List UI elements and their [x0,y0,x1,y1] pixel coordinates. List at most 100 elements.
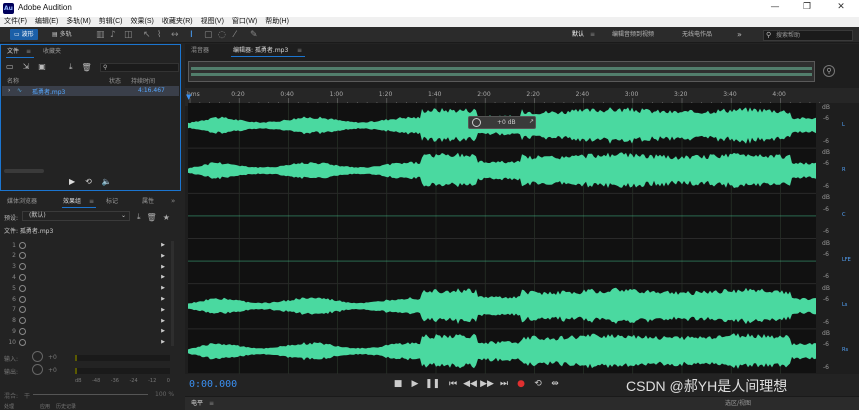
slot-menu-arrow-icon[interactable]: ▶ [161,296,165,302]
play-icon[interactable]: ▶ [69,177,75,186]
panel-menu-icon[interactable]: ≡ [26,47,31,57]
menu-favorites[interactable]: 收藏夹(R) [158,17,197,27]
move-tool-icon[interactable]: ↖ [143,30,151,40]
tab-editor[interactable]: 编辑器: 孤勇者.mp3 [233,46,288,56]
effect-slot[interactable]: 10 ▶ [4,337,179,347]
panel-menu-icon[interactable]: ≡ [209,399,214,409]
tab-mixer[interactable]: 混音器 [191,46,209,56]
slot-menu-arrow-icon[interactable]: ▶ [161,307,165,313]
waveform-mode-button[interactable]: ▭ 波形 [10,29,38,40]
mix-slider[interactable] [33,394,148,395]
pin-icon[interactable]: ↗ [529,118,534,125]
menu-view[interactable]: 视图(V) [197,17,228,27]
tab-properties[interactable]: 属性 [142,197,154,207]
power-icon[interactable] [19,338,26,346]
tab-effects-rack[interactable]: 效果组 [63,197,81,207]
insert-into-multitrack-icon[interactable]: ⤓ [69,62,73,72]
move-to-start-button[interactable]: ⏮ [446,378,460,390]
waveform-area[interactable] [188,103,816,374]
menu-effects[interactable]: 效果(S) [127,17,158,27]
panel-menu-icon[interactable]: ≡ [297,46,302,56]
overview-navigator[interactable] [188,61,815,82]
channel-label[interactable]: LFE [842,257,851,263]
workspace-menu-icon[interactable]: ≡ [590,30,595,40]
playhead-marker-icon[interactable]: ▼ [186,93,191,101]
delete-file-icon[interactable]: 🗑 [82,63,92,72]
record-button[interactable]: ● [514,378,528,390]
time-selection-tool-icon[interactable]: I [190,30,193,40]
lasso-tool-icon[interactable]: ◌ [218,30,226,40]
power-icon[interactable] [19,263,26,271]
slip-tool-icon[interactable]: ↔ [171,30,179,40]
slot-menu-arrow-icon[interactable]: ▶ [161,339,165,345]
volume-hud[interactable]: +0 dB ↗ [468,116,536,129]
power-icon[interactable] [19,252,26,260]
apply-mode-select[interactable]: 处理 [4,403,14,410]
column-status[interactable]: 状态 [109,76,121,85]
skip-selection-button[interactable]: ⇹ [548,378,562,390]
effect-slot[interactable]: 4 ▶ [4,272,179,282]
channel-label[interactable]: R [842,167,845,173]
channel-label[interactable]: L [842,122,845,128]
maximize-button[interactable]: ❐ [792,2,822,12]
spectral-icon[interactable]: ▥ [96,30,105,40]
menu-multitrack[interactable]: 多轨(M) [62,17,95,27]
power-icon[interactable] [19,327,26,335]
slot-menu-arrow-icon[interactable]: ▶ [161,253,165,259]
workspace-video[interactable]: 编辑音频到视频 [612,30,654,40]
column-duration[interactable]: 持续时间 [131,76,155,85]
autoplay-icon[interactable]: 🔈 [102,177,112,186]
tab-media-browser[interactable]: 媒体浏览器 [7,197,37,207]
menu-edit[interactable]: 编辑(E) [31,17,62,27]
tab-files[interactable]: 文件 [7,47,19,57]
power-icon[interactable] [19,273,26,281]
favorite-star-icon[interactable]: ★ [163,213,170,222]
tab-levels[interactable]: 电平 [191,399,203,409]
rewind-button[interactable]: ◀◀ [463,378,477,390]
tab-history[interactable]: 历史记录 [56,403,76,410]
move-to-end-button[interactable]: ⏭ [497,378,511,390]
show-display-icon[interactable]: ◫ [124,30,133,40]
slot-menu-arrow-icon[interactable]: ▶ [161,318,165,324]
power-icon[interactable] [19,284,26,292]
workspace-default[interactable]: 默认 [572,30,584,40]
tab-favorites[interactable]: 收藏夹 [43,47,61,57]
power-icon[interactable] [19,295,26,303]
save-preset-icon[interactable]: ⤓ [137,212,141,222]
import-file-icon[interactable]: ⇲ [23,62,30,71]
preset-select[interactable]: (默认) ⌄ [22,211,130,221]
pitch-icon[interactable]: ♪ [110,30,116,40]
effect-slot[interactable]: 6 ▶ [4,294,179,304]
minimize-button[interactable]: — [760,2,790,12]
menu-help[interactable]: 帮助(H) [261,17,293,27]
slot-menu-arrow-icon[interactable]: ▶ [161,285,165,291]
search-help-input[interactable]: ⚲ 搜索帮助 [763,30,853,41]
power-icon[interactable] [19,241,26,249]
razor-tool-icon[interactable]: ⌇ [157,30,161,40]
channel-label[interactable]: Ls [842,302,847,308]
loop-icon[interactable]: ⟲ [85,177,92,186]
apply-button[interactable]: 应用 [40,403,50,410]
slot-menu-arrow-icon[interactable]: ▶ [161,242,165,248]
play-button[interactable]: ▶ [408,378,422,390]
slot-menu-arrow-icon[interactable]: ▶ [161,264,165,270]
effect-slot[interactable]: 9 ▶ [4,326,179,336]
effect-slot[interactable]: 3 ▶ [4,262,179,272]
zoom-icon[interactable]: ⚲ [823,65,835,77]
rack-scrollbar[interactable] [171,241,174,346]
menu-window[interactable]: 窗口(W) [228,17,261,27]
brush-tool-icon[interactable]: ⁄ [234,30,236,40]
channel-label[interactable]: C [842,212,846,218]
channel-label[interactable]: Rs [842,347,848,353]
new-file-icon[interactable]: ▣ [38,62,46,71]
horizontal-scrollbar[interactable] [4,169,44,173]
multitrack-mode-button[interactable]: ▤ 多轨 [48,29,76,40]
tab-selection-view[interactable]: 选区/视图 [725,399,751,409]
effect-slot[interactable]: 5 ▶ [4,283,179,293]
marquee-tool-icon[interactable]: ▢ [204,30,213,40]
stop-button[interactable]: ■ [391,378,405,390]
expand-arrow-icon[interactable]: › [8,87,10,94]
effect-slot[interactable]: 2 ▶ [4,251,179,261]
more-workspaces-icon[interactable]: » [737,30,742,40]
power-icon[interactable] [19,317,26,325]
